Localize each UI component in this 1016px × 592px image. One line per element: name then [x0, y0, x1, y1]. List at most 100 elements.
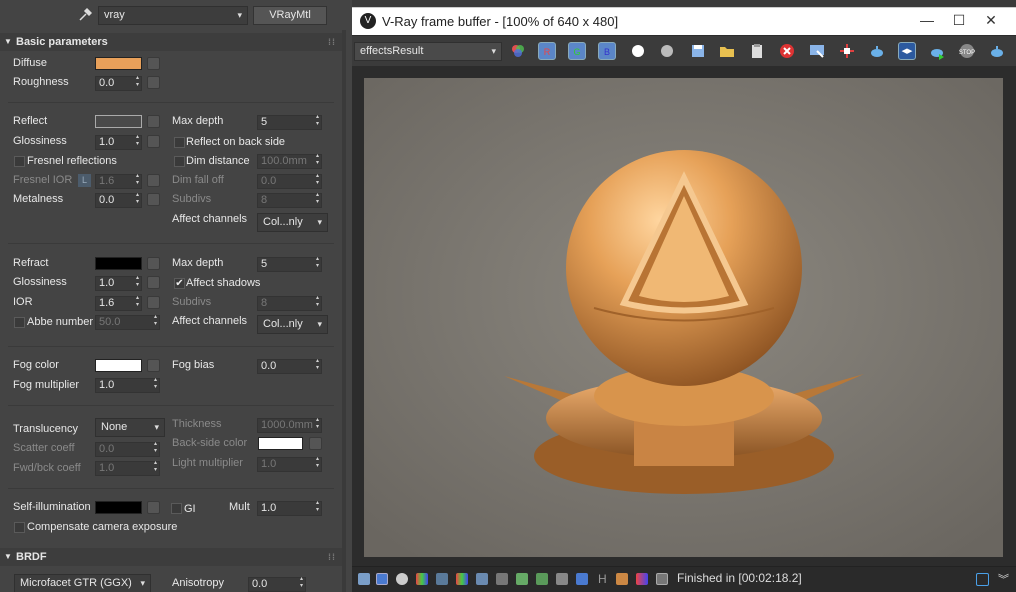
diffuse-swatch[interactable]: [95, 57, 142, 70]
back-side-color-map-button[interactable]: [309, 437, 322, 450]
mono-icon[interactable]: [658, 42, 676, 60]
reflect-swatch[interactable]: [95, 115, 142, 128]
abbe-spinner[interactable]: 50.0: [95, 314, 160, 330]
refract-map-button[interactable]: [147, 257, 160, 270]
back-side-color-swatch[interactable]: [258, 437, 303, 450]
color-correction-icon[interactable]: [416, 573, 428, 585]
lut-icon[interactable]: [516, 573, 528, 585]
expand-panel-icon[interactable]: [976, 573, 989, 586]
refr-glossiness-map-button[interactable]: [147, 276, 160, 289]
teapot-render-icon[interactable]: [868, 42, 886, 60]
lens-effects-icon[interactable]: [376, 573, 388, 585]
region-render-icon[interactable]: [838, 42, 856, 60]
basic-parameters-rollout[interactable]: ▼ Basic parameters ⁞⁞: [0, 33, 346, 51]
channel-swap-icon[interactable]: [636, 573, 648, 585]
self-illum-swatch[interactable]: [95, 501, 142, 514]
self-illum-map-button[interactable]: [147, 501, 160, 514]
ior-map-button[interactable]: [147, 296, 160, 309]
red-channel-button[interactable]: R: [538, 42, 556, 60]
display-icon[interactable]: [556, 573, 568, 585]
dim-falloff-spinner[interactable]: 0.0: [257, 173, 322, 189]
clipboard-icon[interactable]: [748, 42, 766, 60]
h-label[interactable]: H: [598, 572, 607, 586]
compare-ab-icon[interactable]: ◀▶: [898, 42, 916, 60]
channel-dropdown[interactable]: effectsResult: [354, 42, 502, 61]
info-icon[interactable]: [396, 573, 408, 585]
alpha-white-icon[interactable]: [629, 42, 647, 60]
hsl-icon[interactable]: [436, 573, 448, 585]
refr-subdivs-spinner[interactable]: 8: [257, 295, 322, 311]
color-channels-icon[interactable]: [509, 42, 527, 60]
minimize-icon[interactable]: —: [912, 12, 942, 28]
diffuse-label: Diffuse: [13, 57, 48, 69]
metalness-map-button[interactable]: [147, 193, 160, 206]
render-icon[interactable]: [988, 42, 1006, 60]
diffuse-map-button[interactable]: [147, 57, 160, 70]
fog-multiplier-spinner[interactable]: 1.0: [95, 377, 160, 393]
curves-icon[interactable]: [476, 573, 488, 585]
dim-distance-spinner[interactable]: 100.0mm: [257, 153, 322, 169]
fog-color-swatch[interactable]: [95, 359, 142, 372]
open-folder-icon[interactable]: [718, 42, 736, 60]
glossiness-map-button[interactable]: [147, 135, 160, 148]
thickness-spinner[interactable]: 1000.0mm: [257, 417, 322, 433]
affect-channels-dropdown[interactable]: Col...nly: [257, 213, 328, 232]
roughness-map-button[interactable]: [147, 76, 160, 89]
material-type-button[interactable]: VRayMtl: [253, 6, 327, 25]
fresnel-ior-spinner[interactable]: 1.6: [95, 173, 142, 189]
panel-scrollbar[interactable]: [342, 30, 346, 592]
fresnel-checkbox[interactable]: [14, 156, 25, 167]
light-multiplier-spinner[interactable]: 1.0: [257, 456, 322, 472]
gi-checkbox[interactable]: [171, 503, 182, 514]
brdf-rollout[interactable]: ▼ BRDF ⁞⁞: [0, 548, 346, 566]
fog-bias-spinner[interactable]: 0.0: [257, 358, 322, 374]
anisotropy-spinner[interactable]: 0.0: [248, 576, 306, 592]
stop-icon[interactable]: STOP: [958, 42, 976, 60]
translucency-dropdown[interactable]: None: [95, 418, 165, 437]
reflect-back-checkbox[interactable]: [174, 137, 185, 148]
reflect-map-button[interactable]: [147, 115, 160, 128]
clear-icon[interactable]: [778, 42, 796, 60]
lock-ior-button[interactable]: L: [78, 174, 91, 187]
anisotropy-label: Anisotropy: [172, 577, 224, 589]
track-mouse-icon[interactable]: [808, 42, 826, 60]
glossiness-spinner[interactable]: 1.0: [95, 134, 142, 150]
roughness-spinner[interactable]: 0.0: [95, 75, 142, 91]
refr-max-depth-spinner[interactable]: 5: [257, 256, 322, 272]
fwd-bck-coeff-spinner[interactable]: 1.0: [95, 460, 160, 476]
subdivs-spinner[interactable]: 8: [257, 192, 322, 208]
rendered-image[interactable]: [364, 78, 1003, 557]
affect-shadows-checkbox[interactable]: ✔: [174, 278, 185, 289]
mult-spinner[interactable]: 1.0: [257, 500, 322, 516]
ior-spinner[interactable]: 1.6: [95, 295, 142, 311]
scatter-coeff-spinner[interactable]: 0.0: [95, 441, 160, 457]
green-channel-button[interactable]: G: [568, 42, 586, 60]
test-resolution-icon[interactable]: [656, 573, 668, 585]
max-depth-spinner[interactable]: 5: [257, 114, 322, 130]
stamp-icon[interactable]: [576, 573, 588, 585]
levels-icon[interactable]: [456, 573, 468, 585]
eyedropper-icon[interactable]: [78, 6, 93, 22]
render-last-icon[interactable]: [928, 42, 946, 60]
compensate-checkbox[interactable]: [14, 522, 25, 533]
brdf-type-dropdown[interactable]: Microfacet GTR (GGX): [14, 574, 151, 592]
close-icon[interactable]: ✕: [976, 12, 1006, 29]
history-icon[interactable]: [358, 573, 370, 585]
refract-swatch[interactable]: [95, 257, 142, 270]
save-icon[interactable]: [689, 42, 707, 60]
fog-color-map-button[interactable]: [147, 359, 160, 372]
background-icon[interactable]: [536, 573, 548, 585]
abbe-checkbox[interactable]: [14, 317, 25, 328]
blue-channel-button[interactable]: B: [598, 42, 616, 60]
exposure-icon[interactable]: [496, 573, 508, 585]
metalness-spinner[interactable]: 0.0: [95, 192, 142, 208]
maximize-icon[interactable]: ☐: [944, 12, 974, 29]
chevron-down-icon[interactable]: ︾: [998, 571, 1009, 587]
window-titlebar[interactable]: V V-Ray frame buffer - [100% of 640 x 48…: [352, 7, 1016, 35]
pixel-aspect-icon[interactable]: [616, 573, 628, 585]
dim-distance-checkbox[interactable]: [174, 156, 185, 167]
fresnel-ior-map-button[interactable]: [147, 174, 160, 187]
refr-affect-channels-dropdown[interactable]: Col...nly: [257, 315, 328, 334]
refr-glossiness-spinner[interactable]: 1.0: [95, 275, 142, 291]
renderer-dropdown[interactable]: vray: [98, 6, 248, 25]
